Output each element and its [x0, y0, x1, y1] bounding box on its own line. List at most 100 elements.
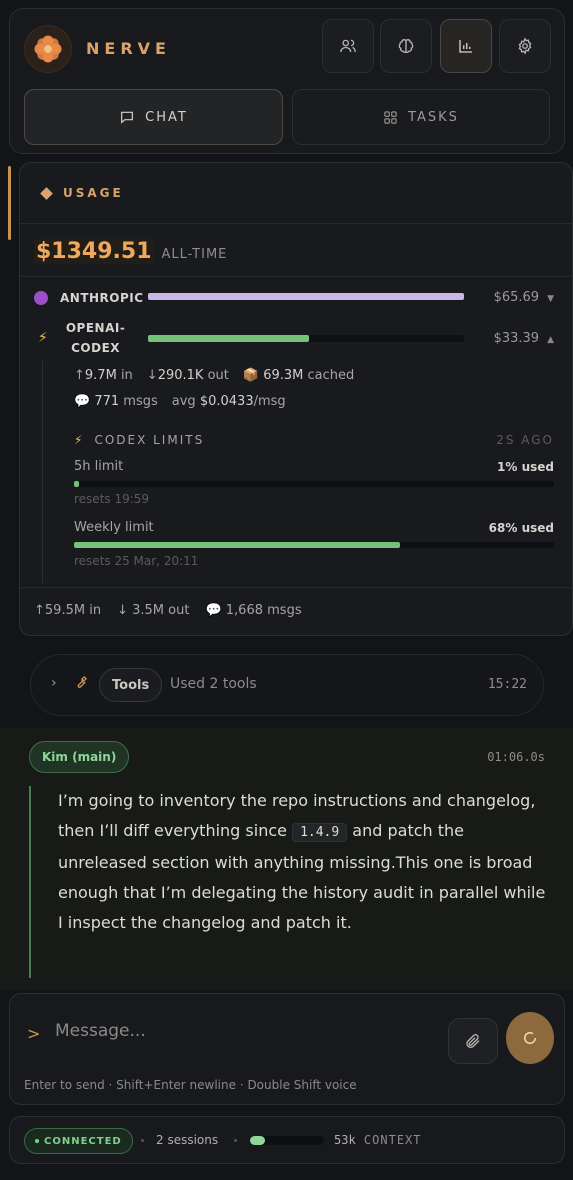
tokens-in-label: in	[120, 368, 133, 383]
provider-cost-fill	[148, 293, 464, 300]
usage-button[interactable]	[440, 19, 492, 73]
app-header: NERVE CHAT TASKS	[9, 8, 565, 154]
tab-chat[interactable]: CHAT	[24, 89, 283, 145]
provider-cost-bar	[148, 293, 464, 300]
provider-amount: $33.39	[493, 331, 540, 346]
tokens-in-value: 9.7M	[84, 368, 117, 383]
limit-reset-5h: resets 19:59	[74, 492, 150, 506]
total-out-value: 3.5M	[132, 603, 165, 618]
total-amount: $1349.51	[34, 239, 154, 264]
grid-icon	[384, 110, 397, 124]
arrow-up-icon: ↑	[34, 603, 45, 618]
context-bar	[250, 1136, 324, 1145]
tab-chat-label: CHAT	[145, 109, 188, 125]
speech-bubble-icon: 💬	[74, 394, 91, 409]
usage-panel: USAGE $1349.51 ALL-TIME ANTHROPIC $65.69…	[19, 162, 573, 636]
tokens-out: ↓290.1K out	[147, 368, 229, 383]
agent-badge: Kim (main)	[29, 741, 130, 773]
msg-count: 💬 771 msgs	[74, 394, 158, 409]
detail-guide-line	[42, 361, 43, 583]
tokens-cached: 📦 69.3M cached	[243, 368, 354, 383]
brand-name: NERVE	[86, 39, 171, 58]
tool-calls-row[interactable]: › Tools Used 2 tools 15:22	[30, 654, 544, 716]
provider-name-line2: CODEX	[71, 341, 121, 355]
settings-button[interactable]	[499, 19, 551, 73]
gear-icon	[518, 37, 532, 55]
users-button[interactable]	[322, 19, 374, 73]
total-out-label: out	[168, 603, 190, 618]
tools-timestamp: 15:22	[487, 677, 527, 692]
divider	[20, 587, 572, 588]
divider	[20, 276, 572, 277]
composer-hint: Enter to send · Shift+Enter newline · Do…	[24, 1078, 357, 1092]
paperclip-icon	[466, 1034, 480, 1048]
attach-button[interactable]	[448, 1018, 498, 1064]
chat-bubble-icon	[121, 111, 134, 124]
avg-cost-value: $0.0433	[199, 394, 254, 409]
prompt-indicator: >	[27, 1024, 41, 1043]
context-value: 53k	[334, 1133, 356, 1147]
lightning-icon: ⚡	[38, 330, 48, 346]
limit-label-5h: 5h limit	[74, 459, 124, 474]
usage-header[interactable]: USAGE	[40, 186, 124, 200]
usage-accent-bar	[8, 166, 11, 240]
nerve-logo	[24, 25, 72, 73]
message-input[interactable]	[55, 1014, 435, 1048]
context-label: 53k CONTEXT	[334, 1133, 422, 1147]
provider-name: OPENAI- CODEX	[66, 318, 125, 358]
purple-circle-icon	[34, 291, 48, 305]
users-icon	[340, 39, 356, 53]
context-label-text: CONTEXT	[363, 1133, 422, 1147]
tokens-cached-value: 69.3M	[263, 368, 304, 383]
tools-summary: Used 2 tools	[170, 676, 257, 692]
message-text: I’m going to inventory the repo instruct…	[58, 786, 550, 938]
memory-button[interactable]	[380, 19, 432, 73]
tools-pill[interactable]: Tools	[99, 668, 163, 702]
provider-amount: $65.69	[493, 290, 540, 305]
codex-limits-title: ⚡ CODEX LIMITS	[74, 433, 204, 447]
chevron-right-icon[interactable]: ›	[51, 675, 57, 691]
lightning-icon: ⚡	[74, 433, 85, 447]
assistant-message: Kim (main) 01:06.0s I’m going to invento…	[0, 728, 573, 990]
arrow-up-icon: ↑	[74, 368, 85, 383]
tab-tasks[interactable]: TASKS	[292, 89, 550, 145]
codex-msg-stats: 💬 771 msgs avg $0.0433/msg	[74, 394, 286, 409]
limit-label-weekly: Weekly limit	[74, 520, 154, 535]
limit-bar-fill	[74, 481, 79, 487]
total-in-label: in	[89, 603, 102, 618]
limit-value-5h: 1% used	[497, 460, 554, 474]
separator-dot	[141, 1139, 144, 1142]
total-msgs-label: msgs	[267, 603, 302, 618]
msg-count-label: msgs	[123, 394, 158, 409]
provider-name-line1: OPENAI-	[65, 321, 126, 335]
tokens-cached-label: cached	[307, 368, 355, 383]
speech-bubble-icon: 💬	[205, 603, 222, 618]
limit-value-weekly: 68% used	[488, 521, 554, 535]
total-out: ↓ 3.5M out	[117, 603, 189, 618]
message-duration: 01:06.0s	[487, 750, 545, 764]
provider-cost-bar	[148, 335, 464, 342]
chevron-down-icon[interactable]: ▼	[547, 294, 554, 304]
diamond-icon	[40, 186, 53, 200]
tokens-out-value: 290.1K	[157, 368, 204, 383]
codex-token-stats: ↑9.7M in ↓290.1K out 📦 69.3M cached	[74, 368, 354, 383]
connection-label: CONNECTED	[44, 1135, 122, 1147]
chevron-up-icon[interactable]: ▲	[547, 335, 554, 345]
usage-title: USAGE	[63, 186, 124, 200]
package-icon: 📦	[242, 368, 260, 383]
brain-icon	[398, 39, 414, 53]
provider-amount-openai-codex: $33.39 ▲	[494, 331, 554, 346]
limit-reset-weekly: resets 25 Mar, 20:11	[74, 554, 199, 568]
send-button[interactable]	[506, 1012, 554, 1064]
provider-name: ANTHROPIC	[60, 291, 144, 305]
limit-bar-weekly	[74, 542, 554, 548]
total-label: ALL-TIME	[161, 247, 228, 262]
limits-title-text: CODEX LIMITS	[94, 433, 205, 447]
total-in-value: 59.5M	[44, 603, 86, 618]
avg-prefix: avg	[171, 394, 196, 409]
limit-bar-fill	[74, 542, 401, 548]
tab-tasks-label: TASKS	[408, 109, 459, 125]
usage-footer-stats: ↑59.5M in ↓ 3.5M out 💬 1,668 msgs	[34, 603, 302, 618]
limit-bar-5h	[74, 481, 554, 487]
sessions-count[interactable]: 2 sessions	[156, 1133, 218, 1147]
